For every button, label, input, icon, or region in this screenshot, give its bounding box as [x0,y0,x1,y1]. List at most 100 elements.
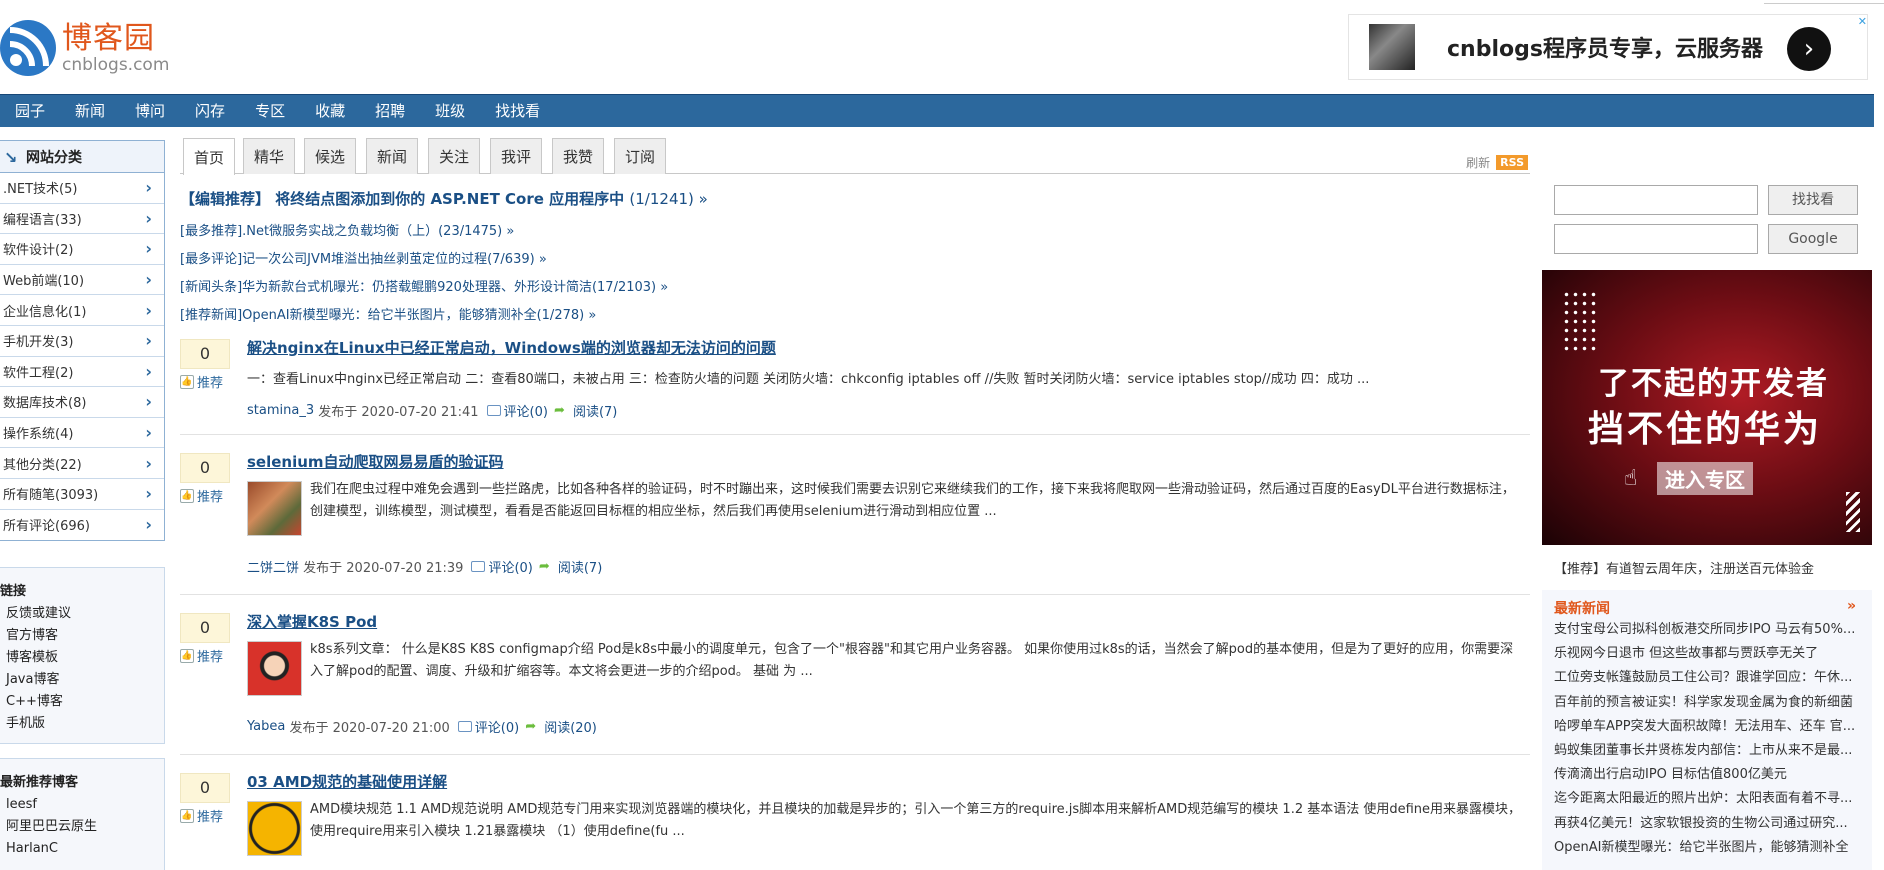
recommend-button[interactable]: 👍 推荐 [180,486,230,505]
comment-link[interactable]: 评论(0) [488,557,532,576]
sidebar-link[interactable]: 官方博客 [0,625,164,647]
tab-my-likes[interactable]: 我赞 [552,138,604,174]
news-item[interactable]: 哈啰单车APP突发大面积故障！无法用车、还车 官... [1554,715,1866,739]
post-title[interactable]: selenium自动爬取网易易盾的验证码 [247,451,504,472]
chevron-right-icon[interactable]: › [1787,27,1831,71]
author-avatar[interactable] [247,641,302,696]
read-link[interactable]: 阅读(20) [544,717,597,736]
category-item[interactable]: 操作系统(4) › [0,417,164,449]
sidebar-link[interactable]: 手机版 [0,713,164,735]
news-item[interactable]: 百年前的预言被证实！科学家发现金属为食的新细菌 [1554,691,1866,715]
recommend-button[interactable]: 👍 推荐 [180,646,230,665]
post-title[interactable]: 03 AMD规范的基础使用详解 [247,771,447,792]
recommend-label: 推荐 [197,490,224,505]
recommend-blog-link[interactable]: HarlanC [0,838,164,860]
vote-count: 0 [180,339,230,369]
comment-icon [471,561,486,572]
tab-subscribe[interactable]: 订阅 [614,138,666,174]
post-title[interactable]: 解决nginx在Linux中已经正常启动，Windows端的浏览器却无法访问的问… [247,337,776,358]
news-item[interactable]: 蚂蚁集团董事长井贤栋发内部信：上市从来不是最... [1554,739,1866,763]
news-item[interactable]: 再获4亿美元！这家软银投资的生物公司通过研究... [1554,812,1866,836]
news-item[interactable]: 传滴滴出行启动IPO 目标估值800亿美元 [1554,763,1866,787]
news-item[interactable]: 迄今距离太阳最近的照片出炉：太阳表面有着不寻... [1554,787,1866,811]
sub-headline[interactable]: [新闻头条]华为新款台式机曝光：仍搭载鲲鹏920处理器、外形设计简洁(17/21… [180,276,1530,295]
search-input[interactable] [1554,185,1758,215]
logo-title: 博客园 [62,21,155,56]
category-item[interactable]: 企业信息化(1) › [0,295,164,326]
sub-headline[interactable]: [最多评论]记一次公司JVM堆溢出抽丝剥茧定位的过程(7/639) » [180,248,1530,267]
nav-item-zone[interactable]: 专区 [240,95,300,128]
news-item[interactable]: 乐视网今日退市 但这些故事都与贾跃亭无关了 [1554,642,1866,666]
tab-candidate[interactable]: 候选 [304,138,356,174]
sub-headline[interactable]: [推荐新闻]OpenAI新模型曝光：给它半张图片，能够猜测补全(1/278) » [180,304,1530,323]
author-avatar[interactable] [247,481,302,536]
category-item[interactable]: 所有随笔(3093) › [0,478,164,510]
recommend-button[interactable]: 👍 推荐 [180,372,230,391]
tab-news[interactable]: 新闻 [366,138,418,174]
category-label: 手机开发(3) [3,335,74,351]
author-avatar[interactable] [247,801,302,856]
category-item[interactable]: .NET技术(5) › [0,173,164,204]
category-item[interactable]: 软件设计(2) › [0,234,164,265]
read-link[interactable]: 阅读(7) [573,401,617,420]
ad-close-icon[interactable]: ✕ [1837,15,1867,31]
category-item[interactable]: 所有评论(696) › [0,509,164,541]
category-item[interactable]: Web前端(10) › [0,264,164,296]
category-item[interactable]: 软件工程(2) › [0,356,164,388]
tab-my-comments[interactable]: 我评 [490,138,542,174]
sidebar-link[interactable]: 反馈或建议 [0,603,164,625]
post-author[interactable]: 二饼二饼 [247,557,299,576]
read-link[interactable]: 阅读(7) [558,557,602,576]
news-more-link[interactable]: » [1847,598,1856,618]
post-meta: stamina_3 发布于 2020-07-20 21:41 评论(0) ➦ 阅读… [247,401,617,420]
nav-item-garden[interactable]: 园子 [0,95,60,128]
category-label: 所有评论(696) [3,519,90,535]
nav-item-jobs[interactable]: 招聘 [360,95,420,128]
nav-item-class[interactable]: 班级 [420,95,480,128]
sub-headline[interactable]: [最多推荐].Net微服务实战之负载均衡（上）(23/1475) » [180,220,1530,239]
sidebar-link[interactable]: C++博客 [0,691,164,713]
google-search-input[interactable] [1554,224,1758,254]
chevron-right-icon: › [145,361,152,381]
nav-item-favorites[interactable]: 收藏 [300,95,360,128]
google-search-button[interactable]: Google [1768,224,1858,254]
comment-icon [486,405,501,416]
rss-icon[interactable]: RSS [1496,155,1528,170]
news-item[interactable]: OpenAI新模型曝光：给它半张图片，能够猜测补全 [1554,836,1866,860]
category-item[interactable]: 手机开发(3) › [0,325,164,357]
vote-box: 0 👍 推荐 [180,613,230,665]
top-ad-banner[interactable]: ✕ cnblogs程序员专享，云服务器 › [1348,14,1868,80]
nav-item-questions[interactable]: 博问 [120,95,180,128]
recommend-ad-text[interactable]: 【推荐】有道智云周年庆，注册送百元体验金 [1554,558,1814,577]
post-title[interactable]: 深入掌握K8S Pod [247,611,377,632]
category-item[interactable]: 数据库技术(8) › [0,387,164,418]
nav-item-ing[interactable]: 闪存 [180,95,240,128]
category-item[interactable]: 编程语言(33) › [0,203,164,235]
news-item[interactable]: 工位旁支帐篷鼓励员工住公司？跟谁学回应：午休... [1554,666,1866,690]
tab-featured[interactable]: 精华 [243,138,295,174]
comment-link[interactable]: 评论(0) [475,717,519,736]
sidebar-link[interactable]: Java博客 [0,669,164,691]
recommend-blog-link[interactable]: leesf [0,794,164,816]
chevron-right-icon: › [145,484,152,504]
comment-link[interactable]: 评论(0) [504,401,548,420]
editor-recommend-headline[interactable]: 【编辑推荐】 将终结点图添加到你的 ASP.NET Core 应用程序中 (1/… [180,188,1530,209]
tab-following[interactable]: 关注 [428,138,480,174]
news-item[interactable]: 支付宝母公司拟科创板港交所同步IPO 马云有50%... [1554,618,1866,642]
refresh-link[interactable]: 刷新 [1466,154,1490,171]
post-date: 发布于 2020-07-20 21:39 [303,561,464,576]
site-logo[interactable]: 博客园 cnblogs.com [0,18,169,78]
post-author[interactable]: stamina_3 [247,403,314,418]
recommend-blog-link[interactable]: 阿里巴巴云原生 [0,816,164,838]
nav-item-search[interactable]: 找找看 [480,95,555,128]
search-button[interactable]: 找找看 [1768,185,1858,215]
sidebar-link[interactable]: 博客模板 [0,647,164,669]
recommend-button[interactable]: 👍 推荐 [180,806,230,825]
huawei-ad[interactable]: 了不起的开发者 挡不住的华为 ☝ 进入专区 [1542,270,1872,545]
tab-home[interactable]: 首页 [183,138,235,175]
category-item[interactable]: 其他分类(22) › [0,448,164,479]
rss-logo-icon [0,20,56,76]
nav-item-news[interactable]: 新闻 [60,95,120,128]
enter-zone-button[interactable]: 进入专区 [1657,462,1753,495]
post-author[interactable]: Yabea [247,719,285,734]
